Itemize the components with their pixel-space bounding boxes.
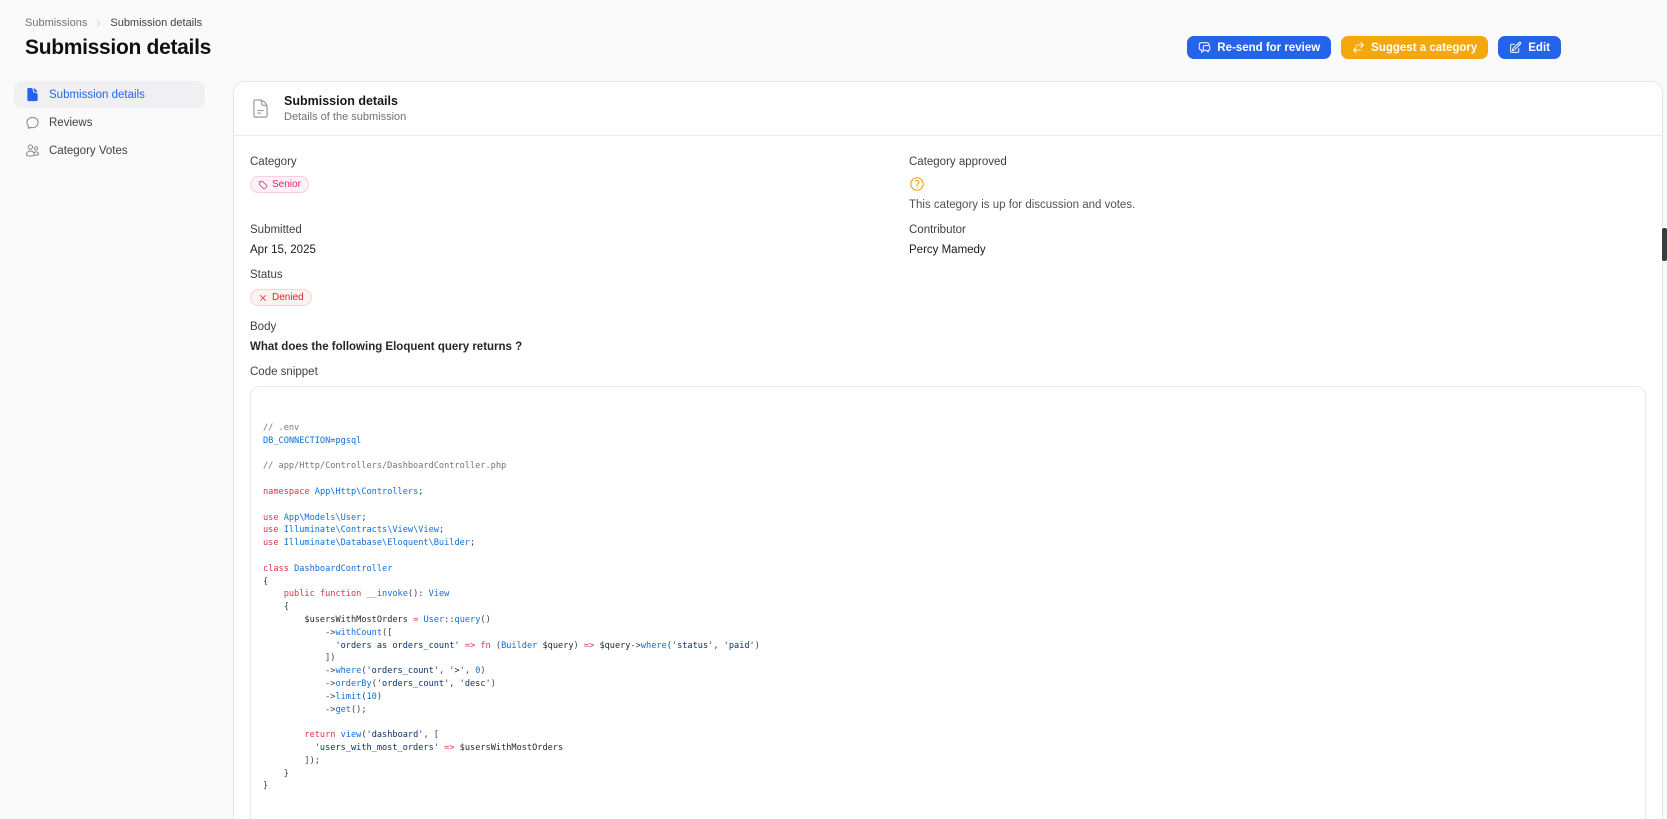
edit-button-label: Edit <box>1528 41 1550 54</box>
scrollbar-thumb[interactable] <box>1662 228 1667 261</box>
code-content: // .env DB_CONNECTION=pgsql // app/Http/C… <box>263 423 760 792</box>
record-sidebar: Submission details Reviews Category Vote… <box>14 81 205 165</box>
page-header: Submissions Submission details Submissio… <box>0 0 1667 75</box>
suggest-category-button[interactable]: Suggest a category <box>1341 36 1489 59</box>
sidebar-item-category-votes[interactable]: Category Votes <box>14 137 205 164</box>
status-badge-label: Denied <box>272 292 304 303</box>
contributor-label: Contributor <box>909 224 966 236</box>
resend-button-label: Re-send for review <box>1217 41 1321 54</box>
body-question-text: What does the following Eloquent query r… <box>250 340 523 353</box>
page: Submissions Submission details Submissio… <box>0 0 1667 819</box>
status-label: Status <box>250 269 283 281</box>
field-category-approved: Category approved This category is up fo… <box>909 156 1646 211</box>
resend-for-review-button[interactable]: Re-send for review <box>1187 36 1332 59</box>
x-mark-icon <box>260 294 266 301</box>
header-actions: Re-send for review Suggest a category Ed… <box>1187 36 1561 59</box>
sidebar-item-submission-details[interactable]: Submission details <box>14 81 205 108</box>
status-badge: Denied <box>250 289 312 306</box>
card-title: Submission details <box>284 94 398 108</box>
breadcrumb-submissions[interactable]: Submissions <box>25 17 87 29</box>
breadcrumb-current: Submission details <box>110 17 203 29</box>
users-icon <box>25 144 40 157</box>
card-header-text: Submission details Details of the submis… <box>284 94 406 123</box>
contributor-value: Percy Mamedy <box>909 244 986 256</box>
category-label: Category <box>250 156 297 168</box>
code-snippet-label: Code snippet <box>250 365 318 378</box>
field-code-snippet: Code snippet // .env DB_CONNECTION=pgsql … <box>250 366 1646 819</box>
document-text-icon <box>250 98 271 119</box>
edit-button[interactable]: Edit <box>1498 36 1561 59</box>
arrows-right-left-icon <box>1352 41 1365 54</box>
pencil-square-icon <box>1509 41 1522 54</box>
category-approved-hint: This category is up for discussion and v… <box>909 199 1136 211</box>
field-submitted: Submitted Apr 15, 2025 <box>250 224 909 256</box>
body-label: Body <box>250 320 277 333</box>
tag-icon <box>258 180 268 189</box>
sidebar-item-label: Submission details <box>49 88 145 101</box>
submission-details-card: Submission details Details of the submis… <box>233 81 1663 819</box>
sidebar-item-label: Reviews <box>49 116 93 129</box>
document-icon <box>27 87 38 102</box>
category-approved-label: Category approved <box>909 156 1007 168</box>
content-area: Submission details Reviews Category Vote… <box>0 75 1667 819</box>
card-body: Category Senior Category approved This c… <box>234 136 1662 819</box>
grid-spacer <box>909 269 1646 308</box>
code-block: // .env DB_CONNECTION=pgsql // app/Http/C… <box>250 385 1646 819</box>
field-category: Category Senior <box>250 156 909 211</box>
card-subtitle: Details of the submission <box>284 111 407 123</box>
submitted-label: Submitted <box>250 224 302 236</box>
sidebar-item-label: Category Votes <box>49 144 128 157</box>
category-badge-label: Senior <box>272 179 301 190</box>
breadcrumb: Submissions Submission details <box>25 17 1667 29</box>
submitted-value: Apr 15, 2025 <box>250 244 316 256</box>
field-status: Status Denied <box>250 269 909 308</box>
chat-bubbles-icon <box>1198 41 1211 54</box>
suggest-button-label: Suggest a category <box>1371 41 1478 54</box>
card-header: Submission details Details of the submis… <box>234 82 1662 136</box>
category-badge: Senior <box>250 176 309 193</box>
chevron-right-icon <box>94 19 103 28</box>
chat-bubble-icon <box>26 116 39 129</box>
question-mark-circle-icon <box>909 176 1646 192</box>
sidebar-item-reviews[interactable]: Reviews <box>14 109 205 136</box>
field-body: Body What does the following Eloquent qu… <box>250 321 1646 353</box>
field-contributor: Contributor Percy Mamedy <box>909 224 1646 256</box>
